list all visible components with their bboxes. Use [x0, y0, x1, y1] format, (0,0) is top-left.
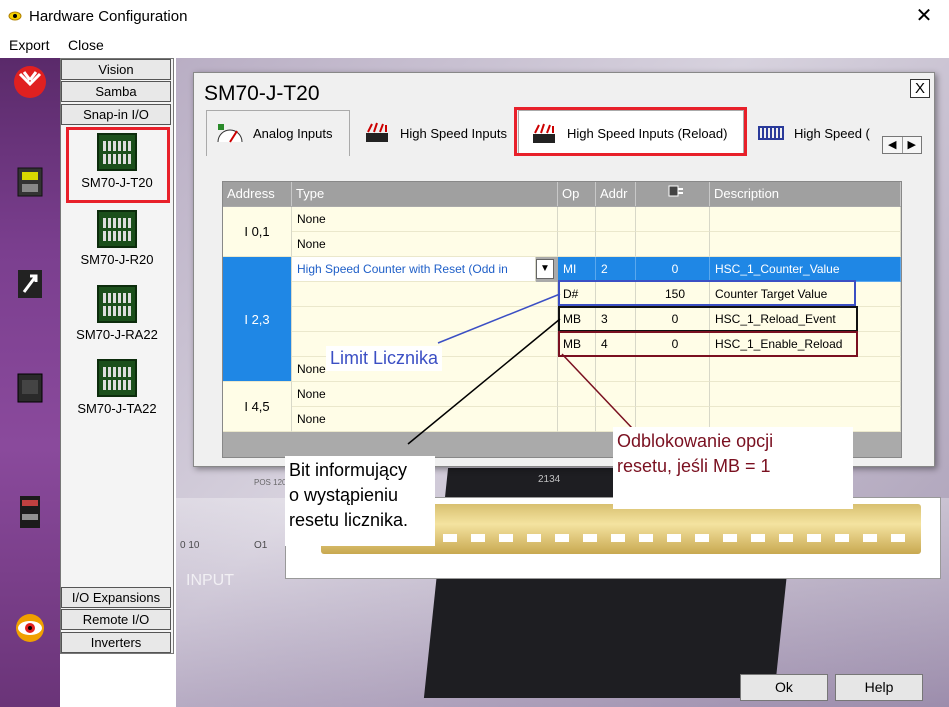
high-speed-bars-icon	[758, 126, 784, 140]
module-sm70-j-r20[interactable]: SM70-J-R20	[62, 210, 172, 267]
unitronics-logo-icon[interactable]	[12, 64, 48, 100]
desc-cell[interactable]: HSC_1_Counter_Value	[710, 257, 901, 282]
value-cell	[636, 357, 710, 382]
type-select[interactable]: High Speed Counter with Reset (Odd in	[292, 257, 536, 282]
type-cell[interactable]: None	[292, 382, 558, 407]
module-chip-icon	[97, 359, 137, 397]
op-cell	[558, 382, 596, 407]
desc-cell	[710, 357, 901, 382]
enable-reload-row-highlight	[558, 331, 858, 357]
value-cell: 0	[636, 257, 710, 282]
analog-gauge-icon	[217, 123, 243, 143]
tab-highlight-box	[514, 107, 747, 156]
address-cell-i01: I 0,1	[223, 207, 292, 257]
category-strip	[0, 58, 60, 707]
menu-export[interactable]: Export	[9, 37, 49, 53]
addr-cell	[596, 357, 636, 382]
bg-text-2134: 2134	[538, 474, 561, 485]
palette-io-expansions-button[interactable]: I/O Expansions	[61, 587, 171, 608]
bg-text-pos: POS 120	[254, 478, 287, 487]
op-cell	[558, 207, 596, 232]
menu-bar: Export Close	[0, 34, 949, 58]
palette-snapin-io-button[interactable]: Snap-in I/O	[61, 104, 171, 125]
dialog-title: SM70-J-T20	[204, 82, 320, 105]
type-cell[interactable]: None	[292, 207, 558, 232]
col-header-address: Address	[223, 182, 292, 206]
addr-cell[interactable]: 2	[596, 257, 636, 282]
palette-remote-io-button[interactable]: Remote I/O	[61, 609, 171, 630]
value-cell	[636, 232, 710, 257]
op-cell	[558, 232, 596, 257]
col-header-description: Description	[710, 182, 901, 206]
col-header-value	[636, 182, 710, 206]
col-header-op: Op	[558, 182, 596, 206]
addr-cell	[596, 382, 636, 407]
palette-vision-button[interactable]: Vision	[61, 59, 171, 80]
tab-scroll-nav: ◀ ▶	[882, 136, 922, 154]
op-cell	[558, 407, 596, 432]
high-speed-chip-icon	[366, 122, 388, 142]
module-chip-icon	[97, 210, 137, 248]
hmi-panel-icon[interactable]	[12, 266, 48, 302]
eye-settings-icon[interactable]	[12, 610, 48, 646]
io-module-icon[interactable]	[12, 370, 48, 406]
desc-cell	[710, 232, 901, 257]
desc-cell	[710, 382, 901, 407]
value-plug-icon	[668, 185, 683, 197]
module-highlight-box	[66, 127, 170, 203]
ok-button[interactable]: Ok	[740, 674, 828, 701]
value-cell	[636, 207, 710, 232]
tab-high-speed-inputs[interactable]: High Speed Inputs	[358, 110, 514, 156]
op-cell	[558, 357, 596, 382]
addr-cell	[596, 232, 636, 257]
app-eye-icon	[8, 11, 22, 21]
module-chip-icon	[97, 285, 137, 323]
bg-input-label: INPUT	[186, 572, 234, 589]
reload-event-row-highlight	[558, 306, 858, 332]
snap-in-io-icon[interactable]	[12, 494, 48, 530]
type-cell	[292, 307, 558, 332]
dialog-close-button[interactable]: X	[910, 79, 930, 98]
op-cell: MI	[558, 257, 596, 282]
address-cell-i45: I 4,5	[223, 382, 292, 432]
window-close-button[interactable]: ✕	[912, 4, 936, 28]
tab-analog-inputs[interactable]: Analog Inputs	[206, 110, 350, 156]
bg-text-010: 0 10	[180, 540, 200, 551]
col-header-addr: Addr	[596, 182, 636, 206]
annotation-unlock-reset: Odblokowanie opcji resetu, jeśli MB = 1	[613, 427, 853, 509]
window-title: Hardware Configuration	[29, 8, 188, 25]
annotation-limit-licznika: Limit Licznika	[326, 346, 443, 371]
value-cell	[636, 382, 710, 407]
tab-scroll-right-button[interactable]: ▶	[903, 137, 922, 153]
module-sm70-j-ra22[interactable]: SM70-J-RA22	[62, 285, 172, 342]
col-header-type: Type	[292, 182, 558, 206]
title-bar: Hardware Configuration ✕	[0, 0, 949, 34]
address-cell-i23: I 2,3	[223, 257, 292, 382]
help-button[interactable]: Help	[835, 674, 923, 701]
palette-inverters-button[interactable]: Inverters	[61, 632, 171, 653]
limit-row-highlight	[558, 280, 856, 306]
tab-scroll-left-button[interactable]: ◀	[883, 137, 903, 153]
palette-samba-button[interactable]: Samba	[61, 81, 171, 102]
module-sm70-j-ta22[interactable]: SM70-J-TA22	[62, 359, 172, 416]
type-cell[interactable]: None	[292, 407, 558, 432]
type-dropdown-button[interactable]: ▼	[536, 259, 554, 279]
menu-close[interactable]: Close	[68, 37, 104, 53]
desc-cell	[710, 207, 901, 232]
type-cell[interactable]: None	[292, 232, 558, 257]
annotation-reset-bit: Bit informujący o wystąpieniu resetu lic…	[285, 456, 435, 546]
addr-cell	[596, 207, 636, 232]
bg-text-o1: O1	[254, 540, 268, 551]
tab-high-speed-more[interactable]: High Speed (	[754, 110, 872, 156]
plc-controller-icon[interactable]	[12, 164, 48, 200]
type-cell	[292, 282, 558, 307]
